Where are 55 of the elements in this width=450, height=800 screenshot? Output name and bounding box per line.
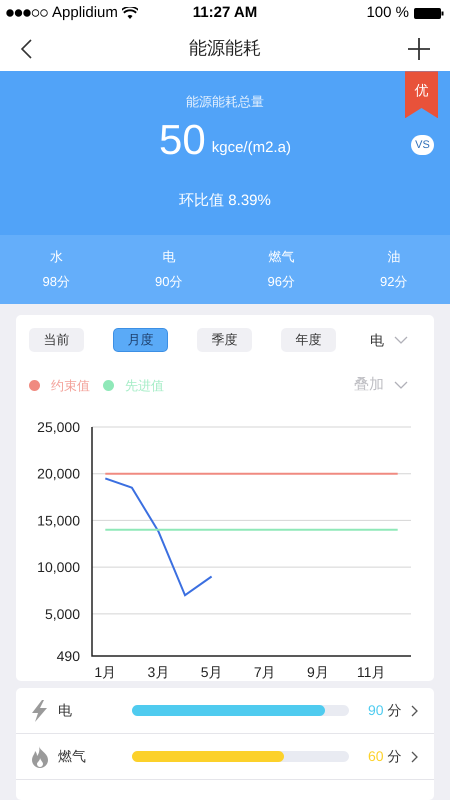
chevron-right-icon <box>411 704 418 716</box>
y-tick-label: 25,000 <box>37 418 80 434</box>
wifi-icon <box>122 7 138 20</box>
rating-ribbon: 优 <box>405 71 438 118</box>
x-tick-label: 3月 <box>148 664 170 680</box>
period-tab[interactable]: 当前 <box>29 328 84 352</box>
score-label: 水 <box>50 248 63 266</box>
score-number: 90 <box>368 701 384 720</box>
x-tick-label: 11月 <box>356 664 386 680</box>
x-tick-label: 7月 <box>254 664 276 680</box>
ratio-text: 环比值 8.39% <box>179 190 271 211</box>
score-value: 98分 <box>42 272 70 291</box>
legend-label: 约束值 <box>51 376 90 394</box>
y-tick-label: 15,000 <box>37 512 80 528</box>
x-tick-label: 1月 <box>94 664 116 680</box>
y-tick-label: 490 <box>56 648 80 664</box>
energy-label: 电 <box>58 701 73 720</box>
score-value: 90分 <box>155 272 182 291</box>
y-tick-label: 20,000 <box>37 465 80 482</box>
score-value: 96分 <box>268 272 295 291</box>
summary-unit: kgce/(m2.a) <box>212 138 291 158</box>
legend-label: 先进值 <box>125 376 164 394</box>
summary-value: 50 <box>159 118 206 162</box>
chevron-down-icon <box>394 336 408 344</box>
energy-dropdown[interactable]: 电 <box>370 330 408 350</box>
period-tab[interactable]: 月度 <box>113 328 168 352</box>
energy-label: 燃气 <box>58 747 87 766</box>
energy-row[interactable]: 电 90 分 <box>16 688 434 734</box>
add-button[interactable] <box>408 38 430 60</box>
carrier-name: Applidium <box>52 2 118 23</box>
flame-icon <box>31 746 49 768</box>
period-tab[interactable]: 年度 <box>281 328 336 352</box>
battery-icon <box>414 8 444 19</box>
battery-percent: 100 % <box>366 2 409 23</box>
score-label: 油 <box>387 248 400 266</box>
score-unit: 分 <box>388 701 402 720</box>
summary-title: 能源能耗总量 <box>186 93 264 112</box>
energy-row[interactable]: 燃气 60 分 <box>16 734 434 780</box>
chevron-right-icon <box>411 750 418 762</box>
y-tick-label: 10,000 <box>37 558 80 575</box>
score-number: 60 <box>368 747 384 766</box>
score-label: 燃气 <box>268 248 294 266</box>
x-tick-label: 5月 <box>200 664 223 680</box>
chevron-down-icon <box>394 381 408 390</box>
y-tick-label: 5,000 <box>44 605 80 622</box>
score-label: 电 <box>162 248 176 266</box>
clock-time: 11:27 AM <box>192 2 258 23</box>
x-tick-label: 9月 <box>307 664 329 680</box>
page-title: 能源能耗 <box>189 37 261 60</box>
period-tab[interactable]: 季度 <box>197 328 252 352</box>
signal-icon <box>6 9 48 18</box>
score-value: 92分 <box>380 272 408 291</box>
compare-button[interactable]: VS <box>411 135 434 156</box>
score-unit: 分 <box>388 747 402 766</box>
lightning-icon <box>31 700 49 722</box>
